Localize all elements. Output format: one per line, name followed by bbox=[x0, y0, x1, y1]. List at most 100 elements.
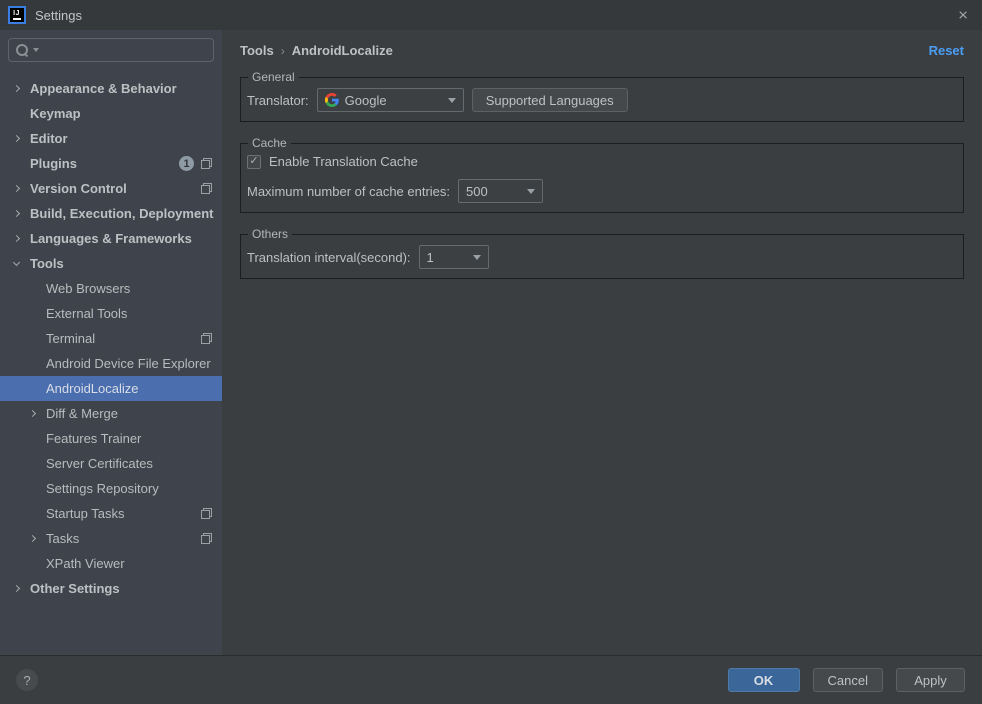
search-options-caret-icon[interactable] bbox=[33, 48, 39, 52]
sidebar-item-label: Startup Tasks bbox=[46, 506, 125, 521]
general-legend: General bbox=[248, 70, 299, 84]
row-indicators: 1 bbox=[179, 156, 212, 171]
max-cache-entries-select[interactable]: 500 bbox=[458, 179, 543, 203]
sidebar-item-label: Terminal bbox=[46, 331, 95, 346]
translator-value: Google bbox=[345, 93, 387, 108]
sidebar-item-label: Android Device File Explorer bbox=[46, 356, 211, 371]
copy-icon bbox=[201, 158, 212, 169]
apply-button[interactable]: Apply bbox=[896, 668, 965, 692]
breadcrumb-separator-icon: › bbox=[281, 44, 285, 58]
sidebar-item-label: Features Trainer bbox=[46, 431, 141, 446]
sidebar-item-label: Tasks bbox=[46, 531, 79, 546]
copy-icon bbox=[201, 183, 212, 194]
cache-legend: Cache bbox=[248, 136, 291, 150]
row-indicators bbox=[201, 183, 212, 194]
cancel-button[interactable]: Cancel bbox=[813, 668, 883, 692]
sidebar-item-editor[interactable]: Editor bbox=[0, 126, 222, 151]
sidebar-item-web-browsers[interactable]: Web Browsers bbox=[0, 276, 222, 301]
window-title: Settings bbox=[35, 8, 82, 23]
help-button[interactable]: ? bbox=[16, 669, 38, 691]
max-cache-entries-value: 500 bbox=[466, 184, 488, 199]
sidebar-item-androidlocalize[interactable]: AndroidLocalize bbox=[0, 376, 222, 401]
row-indicators bbox=[201, 533, 212, 544]
reset-link[interactable]: Reset bbox=[929, 43, 964, 58]
sidebar-item-startup-tasks[interactable]: Startup Tasks bbox=[0, 501, 222, 526]
sidebar-item-label: Plugins bbox=[30, 156, 77, 171]
sidebar-item-label: Other Settings bbox=[30, 581, 120, 596]
sidebar-item-external-tools[interactable]: External Tools bbox=[0, 301, 222, 326]
sidebar-item-terminal[interactable]: Terminal bbox=[0, 326, 222, 351]
settings-search-input[interactable] bbox=[8, 38, 214, 62]
settings-window: IJ Settings × Appearance & Behavior Keyma… bbox=[0, 0, 982, 704]
sidebar-item-label: Editor bbox=[30, 131, 68, 146]
others-section: Others Translation interval(second): 1 bbox=[240, 227, 964, 279]
sidebar-item-label: Languages & Frameworks bbox=[30, 231, 192, 246]
chevron-right-icon[interactable] bbox=[13, 86, 30, 91]
ok-button[interactable]: OK bbox=[728, 668, 800, 692]
sidebar-item-tasks[interactable]: Tasks bbox=[0, 526, 222, 551]
enable-translation-cache-checkbox[interactable]: ✓ bbox=[247, 155, 261, 169]
sidebar-item-settings-repository[interactable]: Settings Repository bbox=[0, 476, 222, 501]
enable-translation-cache-label: Enable Translation Cache bbox=[269, 154, 418, 169]
sidebar-item-label: Diff & Merge bbox=[46, 406, 118, 421]
sidebar-item-label: Web Browsers bbox=[46, 281, 130, 296]
close-icon[interactable]: × bbox=[958, 7, 968, 24]
main-split: Appearance & Behavior Keymap Editor Plugins… bbox=[0, 30, 982, 655]
sidebar-item-plugins[interactable]: Plugins 1 bbox=[0, 151, 222, 176]
chevron-right-icon[interactable] bbox=[13, 236, 30, 241]
settings-sidebar: Appearance & Behavior Keymap Editor Plugins… bbox=[0, 30, 222, 655]
intellij-logo-text: IJ bbox=[13, 10, 21, 20]
row-indicators bbox=[201, 508, 212, 519]
chevron-down-icon bbox=[473, 255, 481, 260]
chevron-right-icon[interactable] bbox=[13, 586, 30, 591]
sidebar-item-label: Appearance & Behavior bbox=[30, 81, 177, 96]
sidebar-item-label: External Tools bbox=[46, 306, 127, 321]
cache-section: Cache ✓ Enable Translation Cache Maximum… bbox=[240, 136, 964, 213]
translator-label: Translator: bbox=[247, 93, 309, 108]
sidebar-item-diff-merge[interactable]: Diff & Merge bbox=[0, 401, 222, 426]
sidebar-item-label: Keymap bbox=[30, 106, 81, 121]
footer-buttons: OK Cancel Apply bbox=[728, 668, 965, 692]
chevron-right-icon[interactable] bbox=[29, 536, 46, 541]
chevron-down-icon[interactable] bbox=[13, 262, 30, 265]
copy-icon bbox=[201, 508, 212, 519]
sidebar-item-label: Settings Repository bbox=[46, 481, 159, 496]
general-section: General Translator: Google Supported L bbox=[240, 70, 964, 122]
settings-content: Tools › AndroidLocalize Reset General Tr… bbox=[222, 30, 982, 655]
chevron-right-icon[interactable] bbox=[13, 211, 30, 216]
sidebar-item-appearance-behavior[interactable]: Appearance & Behavior bbox=[0, 76, 222, 101]
copy-icon bbox=[201, 533, 212, 544]
plugins-count-badge: 1 bbox=[179, 156, 194, 171]
translation-interval-value: 1 bbox=[427, 250, 434, 265]
chevron-down-icon bbox=[448, 98, 456, 103]
sidebar-item-label: AndroidLocalize bbox=[46, 381, 139, 396]
titlebar: IJ Settings × bbox=[0, 0, 982, 30]
supported-languages-button[interactable]: Supported Languages bbox=[472, 88, 628, 112]
sidebar-item-label: Build, Execution, Deployment bbox=[30, 206, 213, 221]
chevron-right-icon[interactable] bbox=[13, 186, 30, 191]
chevron-right-icon[interactable] bbox=[29, 411, 46, 416]
sidebar-item-version-control[interactable]: Version Control bbox=[0, 176, 222, 201]
translator-select[interactable]: Google bbox=[317, 88, 464, 112]
sidebar-item-xpath-viewer[interactable]: XPath Viewer bbox=[0, 551, 222, 576]
sidebar-item-features-trainer[interactable]: Features Trainer bbox=[0, 426, 222, 451]
sidebar-item-languages-frameworks[interactable]: Languages & Frameworks bbox=[0, 226, 222, 251]
sidebar-item-build-execution-deployment[interactable]: Build, Execution, Deployment bbox=[0, 201, 222, 226]
sidebar-item-label: Tools bbox=[30, 256, 64, 271]
sidebar-item-android-device-file-explorer[interactable]: Android Device File Explorer bbox=[0, 351, 222, 376]
translation-interval-label: Translation interval(second): bbox=[247, 250, 411, 265]
translation-interval-select[interactable]: 1 bbox=[419, 245, 489, 269]
copy-icon bbox=[201, 333, 212, 344]
row-indicators bbox=[201, 333, 212, 344]
chevron-right-icon[interactable] bbox=[13, 136, 30, 141]
sidebar-item-server-certificates[interactable]: Server Certificates bbox=[0, 451, 222, 476]
sidebar-item-other-settings[interactable]: Other Settings bbox=[0, 576, 222, 601]
sidebar-item-label: Version Control bbox=[30, 181, 127, 196]
search-icon bbox=[16, 44, 29, 57]
sidebar-item-tools[interactable]: Tools bbox=[0, 251, 222, 276]
sidebar-item-keymap[interactable]: Keymap bbox=[0, 101, 222, 126]
chevron-down-icon bbox=[527, 189, 535, 194]
breadcrumb-section[interactable]: Tools bbox=[240, 43, 274, 58]
breadcrumb: Tools › AndroidLocalize Reset bbox=[240, 43, 964, 58]
footer-bar: ? OK Cancel Apply bbox=[0, 655, 982, 704]
